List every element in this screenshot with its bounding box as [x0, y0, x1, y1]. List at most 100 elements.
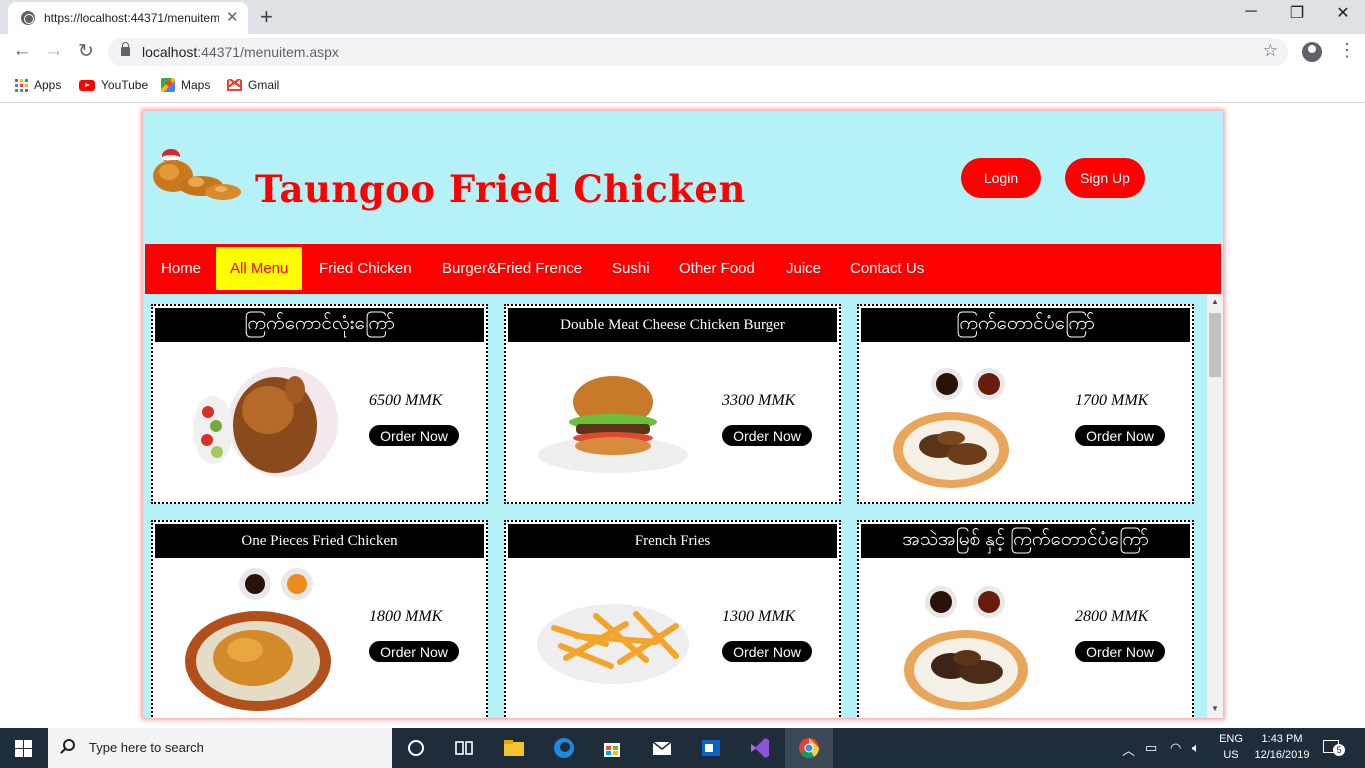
menu-grid: ကြက်ကောင်လုံးကြော် 6500 MMK Order Now Do… — [143, 294, 1207, 718]
file-explorer-icon[interactable] — [502, 736, 526, 760]
main-nav: Home All Menu Fried Chicken Burger&Fried… — [145, 244, 1221, 294]
outlook-icon[interactable] — [699, 736, 723, 760]
language-code: ENG — [1219, 733, 1243, 745]
youtube-icon — [79, 79, 95, 91]
login-button[interactable]: Login — [961, 158, 1041, 198]
roast-chicken-image — [193, 367, 338, 477]
bookmark-apps[interactable]: Apps — [15, 78, 61, 92]
clock-time: 1:43 PM — [1261, 733, 1303, 745]
nav-contact-us[interactable]: Contact Us — [836, 247, 938, 290]
french-fries-image — [537, 604, 689, 684]
menu-card: One Pieces Fried Chicken 1800 MMK Order … — [151, 520, 488, 718]
reload-icon[interactable]: ↻ — [74, 40, 98, 63]
url-text: localhost:44371/menuitem.aspx — [142, 44, 339, 60]
order-now-button[interactable]: Order Now — [369, 641, 459, 662]
nav-burger-fries[interactable]: Burger&Fried Frence — [428, 247, 596, 290]
globe-icon — [21, 11, 35, 25]
edge-icon[interactable] — [552, 736, 576, 760]
nav-other-food[interactable]: Other Food — [665, 247, 769, 290]
item-name: ကြက်တောင်ပံကြော် — [861, 308, 1190, 342]
bookmark-maps[interactable]: Maps — [161, 78, 210, 92]
item-price: 2800 MMK — [1075, 608, 1149, 625]
signup-button[interactable]: Sign Up — [1065, 158, 1145, 198]
browser-toolbar: ← → ↻ localhost:44371/menuitem.aspx ☆ — [0, 34, 1365, 70]
search-placeholder: Type here to search — [89, 740, 204, 755]
profile-icon[interactable] — [1302, 42, 1322, 62]
site-container: Taungoo Fried Chicken Login Sign Up Home… — [143, 111, 1223, 718]
fried-chicken-image — [185, 568, 331, 711]
nav-home[interactable]: Home — [147, 247, 215, 290]
bookmark-label: Gmail — [248, 78, 280, 92]
address-bar[interactable]: localhost:44371/menuitem.aspx ☆ — [108, 38, 1288, 66]
cortana-icon[interactable] — [404, 736, 428, 760]
gmail-icon — [227, 78, 242, 91]
notification-badge: 5 — [1333, 744, 1345, 756]
fried-chicken-logo-icon — [153, 149, 241, 200]
taskbar-clock[interactable]: 1:43 PM 12/16/2019 — [1252, 731, 1312, 763]
bookmark-label: YouTube — [101, 78, 149, 92]
item-price: 6500 MMK — [369, 392, 443, 409]
bookmark-label: Maps — [181, 78, 211, 92]
close-window-icon[interactable]: ✕ — [1320, 3, 1365, 23]
menu-card: Double Meat Cheese Chicken Burger 3300 M… — [504, 304, 841, 504]
windows-start-icon[interactable] — [15, 740, 33, 757]
region-code: US — [1223, 749, 1239, 761]
new-tab-icon[interactable]: + — [260, 4, 273, 30]
item-name: ကြက်ကောင်လုံးကြော် — [155, 308, 484, 342]
battery-icon[interactable]: ▭ — [1145, 740, 1157, 756]
item-name: French Fries — [508, 524, 837, 558]
order-now-button[interactable]: Order Now — [369, 425, 459, 446]
content-scrollbar[interactable]: ▲ ▼ — [1207, 294, 1223, 718]
item-name: One Pieces Fried Chicken — [155, 524, 484, 558]
order-now-button[interactable]: Order Now — [722, 641, 812, 662]
bookmarks-bar: Apps YouTube Maps Gmail — [0, 70, 1365, 103]
order-now-button[interactable]: Order Now — [1075, 641, 1165, 662]
store-icon[interactable] — [600, 736, 624, 760]
lock-icon — [121, 42, 130, 56]
item-name: Double Meat Cheese Chicken Burger — [508, 308, 837, 342]
menu-card: ကြက်တောင်ပံကြော် 1700 MMK Order Now — [857, 304, 1194, 504]
forward-icon[interactable]: → — [42, 40, 66, 62]
scroll-down-arrow-icon[interactable]: ▼ — [1211, 704, 1219, 713]
bookmark-gmail[interactable]: Gmail — [227, 78, 279, 92]
task-view-icon[interactable] — [452, 736, 476, 760]
restore-icon[interactable]: ❐ — [1274, 3, 1320, 23]
nav-sushi[interactable]: Sushi — [598, 247, 664, 290]
bookmark-youtube[interactable]: YouTube — [79, 78, 148, 92]
burger-image — [538, 376, 688, 473]
order-now-button[interactable]: Order Now — [722, 425, 812, 446]
scroll-thumb[interactable] — [1209, 313, 1221, 377]
bookmark-star-icon[interactable]: ☆ — [1263, 41, 1278, 61]
minimize-icon[interactable]: ─ — [1228, 3, 1274, 21]
tab-title: https://localhost:44371/menuitem.a — [44, 11, 219, 25]
search-icon — [63, 739, 75, 751]
nav-all-menu[interactable]: All Menu — [216, 247, 303, 290]
chrome-taskbar-active[interactable] — [785, 728, 833, 768]
scroll-up-arrow-icon[interactable]: ▲ — [1211, 297, 1219, 306]
input-language[interactable]: ENG US — [1216, 731, 1246, 763]
menu-kebab-icon[interactable]: ⋮ — [1338, 40, 1356, 61]
item-name: အသဲအမြစ် နှင့် ကြက်တောင်ပံကြော် — [861, 524, 1190, 558]
site-title: Taungoo Fried Chicken — [255, 167, 746, 211]
item-price: 1300 MMK — [722, 608, 796, 625]
action-center-icon[interactable]: 5 — [1323, 738, 1345, 756]
back-icon[interactable]: ← — [10, 40, 34, 62]
browser-tabstrip: https://localhost:44371/menuitem.a ✕ + ─… — [0, 0, 1365, 34]
taskbar-search[interactable]: Type here to search — [48, 728, 392, 768]
show-hidden-icons-icon[interactable]: ︿ — [1122, 740, 1135, 759]
browser-tab[interactable]: https://localhost:44371/menuitem.a ✕ — [8, 2, 248, 34]
wifi-icon[interactable]: ◠ — [1170, 740, 1181, 756]
item-price: 1700 MMK — [1075, 392, 1149, 409]
volume-icon[interactable]: 🔈︎ — [1192, 740, 1200, 756]
site-header: Taungoo Fried Chicken Login Sign Up — [143, 111, 1223, 244]
mail-icon[interactable] — [650, 736, 674, 760]
visual-studio-icon[interactable] — [748, 736, 772, 760]
liver-wings-image — [904, 586, 1028, 710]
windows-taskbar: Type here to search ︿ ▭ ◠ 🔈︎ ENG US 1:43… — [0, 728, 1365, 768]
close-tab-icon[interactable]: ✕ — [226, 8, 239, 26]
clock-date: 12/16/2019 — [1254, 749, 1310, 761]
item-price: 1800 MMK — [369, 608, 443, 625]
nav-juice[interactable]: Juice — [772, 247, 835, 290]
nav-fried-chicken[interactable]: Fried Chicken — [305, 247, 426, 290]
order-now-button[interactable]: Order Now — [1075, 425, 1165, 446]
